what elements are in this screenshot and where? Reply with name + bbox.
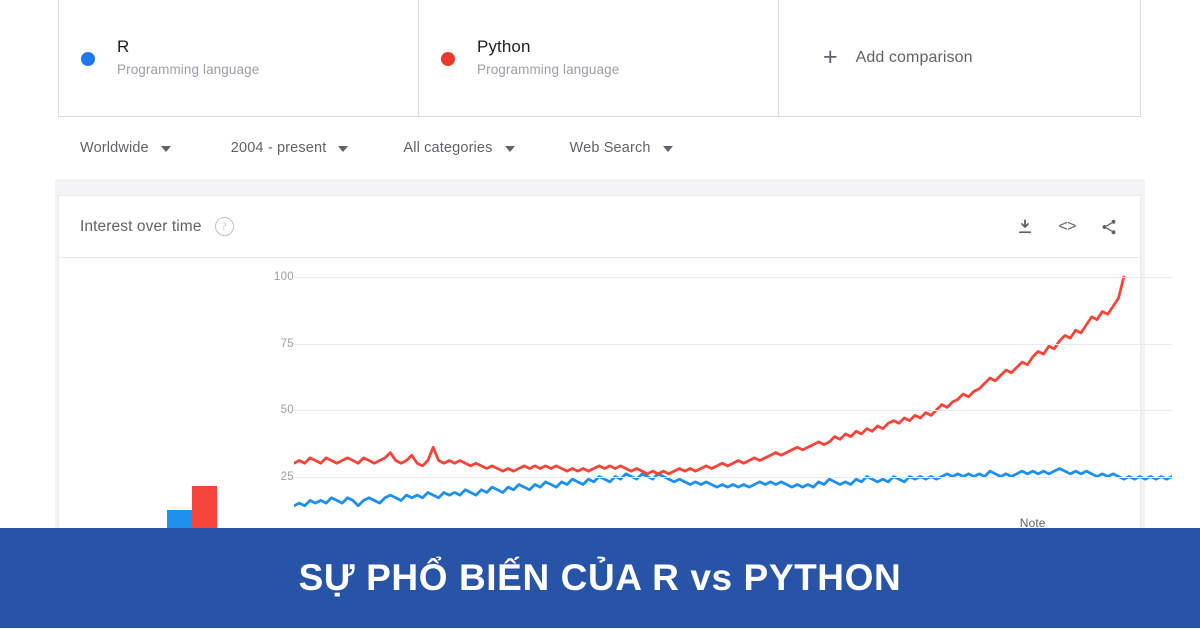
comparison-card-r[interactable]: R Programming language	[58, 0, 418, 117]
filter-search-type-label: Web Search	[569, 140, 651, 156]
filter-location-label: Worldwide	[80, 140, 149, 156]
filter-search-type[interactable]: Web Search	[570, 140, 673, 156]
series-line-python	[294, 275, 1126, 476]
banner-title: SỰ PHỔ BIẾN CỦA R vs PYTHON	[298, 557, 902, 598]
comparison-term-subtitle: Programming language	[117, 62, 260, 77]
download-icon[interactable]	[1014, 216, 1036, 238]
comparison-bar: R Programming language Python Programmin…	[58, 0, 1141, 117]
add-comparison-button[interactable]: + Add comparison	[778, 0, 1141, 117]
comparison-term-name: R	[117, 37, 130, 56]
comparison-card-python[interactable]: Python Programming language	[418, 0, 778, 117]
y-axis-tick-label: 25	[280, 470, 294, 483]
filter-category-label: All categories	[403, 140, 493, 156]
add-comparison-label: Add comparison	[855, 49, 973, 66]
chart-actions: <>	[1014, 216, 1120, 238]
page-title: Interest over time	[80, 217, 202, 235]
chart-card-header: Interest over time ? <>	[59, 196, 1140, 258]
filter-location[interactable]: Worldwide	[80, 140, 171, 156]
gridline	[294, 277, 1172, 278]
chevron-down-icon	[338, 146, 349, 152]
y-axis-tick-label: 50	[280, 404, 294, 416]
filter-time-range[interactable]: 2004 - present	[231, 140, 349, 156]
series-color-dot-r	[81, 52, 95, 66]
share-icon[interactable]	[1098, 216, 1120, 238]
chevron-down-icon	[504, 146, 515, 152]
gridline	[294, 343, 1172, 345]
y-axis-tick-label: 75	[280, 337, 294, 350]
chevron-down-icon	[160, 146, 171, 152]
series-line-r	[294, 467, 1172, 508]
gridline	[294, 476, 1172, 478]
comparison-term-subtitle: Programming language	[477, 62, 620, 77]
comparison-term-name: Python	[477, 37, 531, 56]
help-icon[interactable]: ?	[214, 217, 234, 236]
filter-bar: Worldwide 2004 - present All categories …	[58, 117, 1141, 179]
filter-time-range-label: 2004 - present	[230, 140, 327, 156]
embed-code-icon[interactable]: <>	[1056, 216, 1078, 238]
bottom-banner: SỰ PHỔ BIẾN CỦA R vs PYTHON	[0, 528, 1200, 628]
comparison-card-text: R Programming language	[117, 36, 259, 80]
chevron-down-icon	[662, 146, 673, 152]
y-axis-tick-label: 100	[273, 271, 294, 283]
gridline	[294, 410, 1172, 411]
plus-icon: +	[823, 42, 838, 71]
filter-category[interactable]: All categories	[403, 140, 515, 156]
series-color-dot-python	[441, 52, 455, 66]
comparison-card-text: Python Programming language	[477, 36, 619, 80]
